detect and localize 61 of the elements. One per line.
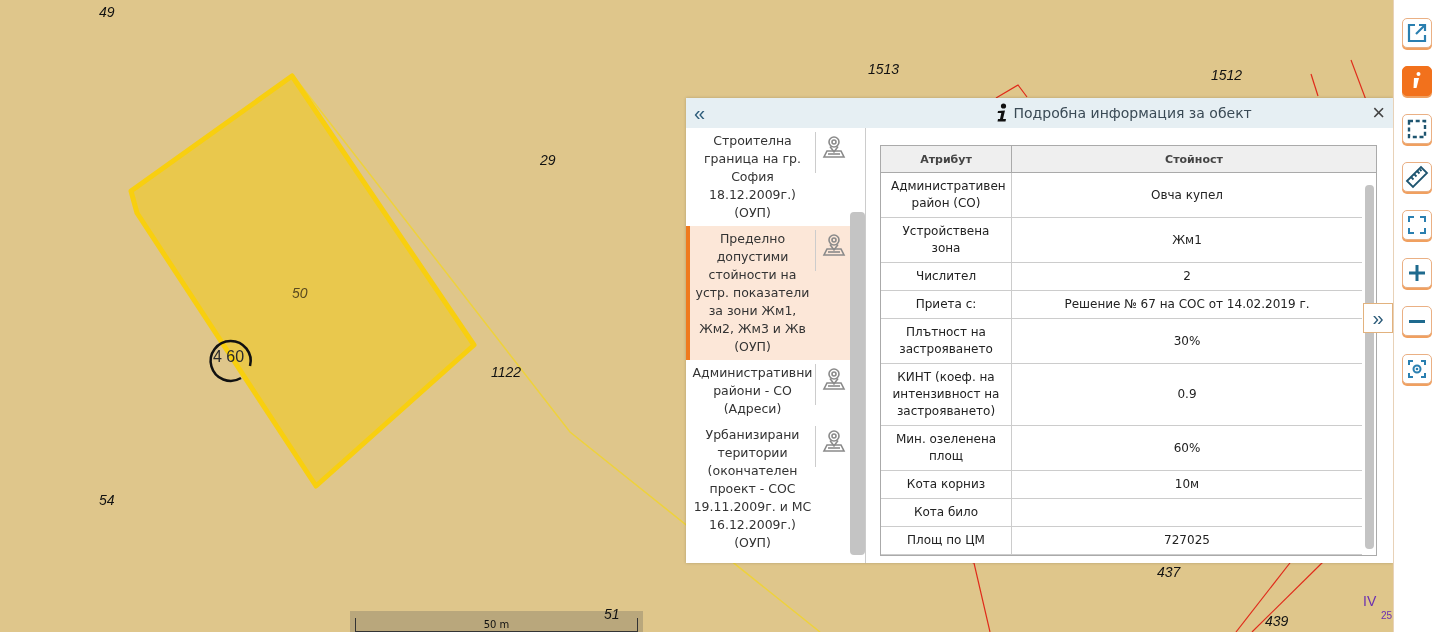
layer-item[interactable]: Строителна граница на гр. София 18.12.2009г.) (ОУП): [686, 128, 850, 226]
fullscreen-icon: [1405, 213, 1429, 237]
zoom-in-button[interactable]: [1402, 258, 1432, 288]
point-label: 4 60: [213, 349, 245, 365]
panel-title: Подробна информация за обект: [1013, 105, 1252, 121]
table-cell: 727025: [1011, 527, 1362, 554]
expand-button[interactable]: »: [1363, 303, 1393, 333]
table-cell: Овча купел: [1011, 173, 1362, 217]
table-cell-text: Плътност на застрояването: [898, 324, 994, 358]
table-cell-text: Устройствена зона: [901, 223, 991, 257]
location-pin-icon: [822, 429, 846, 453]
table-cell-text: Приета с:: [914, 296, 978, 313]
parcel-number: 1122: [491, 364, 522, 380]
table-cell-text: Кота корниз: [905, 476, 987, 493]
column-header: Стойност: [1011, 146, 1376, 172]
table-cell: 0.9: [1011, 364, 1362, 425]
point-marker: [209, 339, 252, 383]
table-cell-text: Кота било: [912, 504, 980, 521]
parcel-number: 437: [1157, 564, 1181, 580]
parcel-number: 54: [99, 492, 115, 508]
location-pin-icon: [822, 367, 846, 391]
selection-box-icon: [1405, 117, 1429, 141]
close-button[interactable]: ×: [1372, 103, 1385, 123]
selection-box-button[interactable]: [1402, 114, 1432, 144]
table-cell: 30%: [1011, 319, 1362, 363]
table-cell-text: Числител: [914, 268, 978, 285]
ruler-button[interactable]: [1402, 162, 1432, 192]
table-cell: Решение № 67 на СОС от 14.02.2019 г.: [1011, 291, 1362, 318]
parcel-number: 50: [292, 285, 308, 301]
info-icon: [995, 103, 1008, 123]
table-cell-text: Площ по ЦМ: [906, 532, 986, 549]
ruler-icon: [1405, 165, 1429, 189]
layer-item[interactable]: Пределно допустими стойности на устр. показатели за зони Жм1, Жм2, Жм3 и Жв (ОУП): [686, 226, 850, 360]
external-link-button[interactable]: [1402, 18, 1432, 48]
location-pin-icon: [822, 233, 846, 257]
parcel-number: 1513: [868, 61, 900, 77]
external-link-icon: [1405, 21, 1429, 45]
zone-label: 25: [1381, 609, 1393, 623]
locate-button[interactable]: [1402, 354, 1432, 384]
location-pin-icon: [822, 135, 846, 159]
parcel-number: 439: [1265, 613, 1289, 629]
table-cell-text: Административен район (СО): [890, 178, 1007, 212]
zoom-out-icon: [1409, 319, 1425, 323]
table-cell: 60%: [1011, 426, 1362, 470]
parcel-number: 49: [99, 4, 115, 20]
parcel-number: 51: [604, 606, 620, 622]
table-cell: 10м: [1011, 471, 1362, 498]
table-cell: Жм1: [1011, 218, 1362, 262]
parcel-number: 29: [540, 152, 556, 168]
info-button[interactable]: [1402, 66, 1432, 96]
column-header: Атрибут: [919, 152, 973, 166]
collapse-button[interactable]: «: [694, 103, 706, 123]
table-cell-text: Мин. озеленена площ: [894, 431, 998, 465]
table-cell: 2: [1011, 263, 1362, 290]
parcel-number: 1512: [1211, 67, 1243, 83]
zoom-out-button[interactable]: [1402, 306, 1432, 336]
fullscreen-button[interactable]: [1402, 210, 1432, 240]
table-cell-text: КИНТ (коеф. на интензивност на застрояването): [891, 369, 1001, 420]
locate-icon: [1405, 357, 1429, 381]
scale-label: 50 m: [483, 619, 510, 631]
zone-label: IV: [1363, 593, 1377, 609]
